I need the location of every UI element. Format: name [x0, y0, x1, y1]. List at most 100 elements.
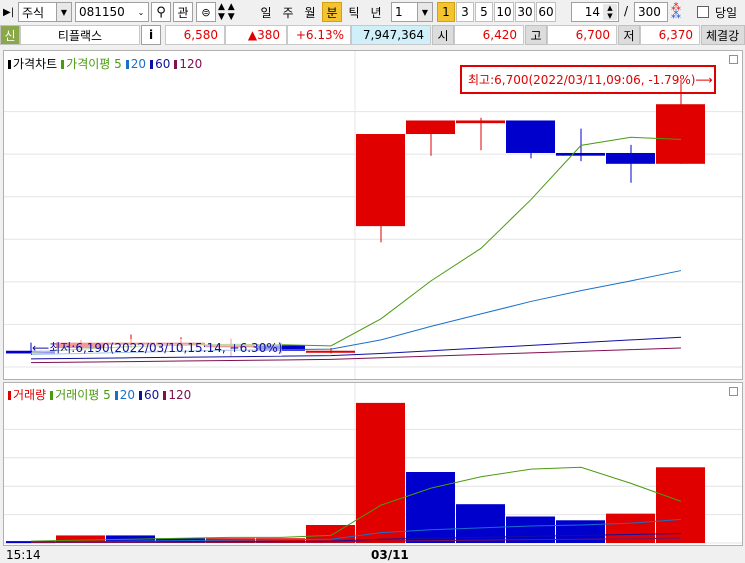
total-count-input[interactable]: 300	[634, 2, 668, 22]
interval-select-value: 1	[395, 5, 403, 19]
change-percent: +6.13%	[287, 25, 351, 45]
price-chart	[4, 51, 742, 379]
interval-select[interactable]: 1 ▼	[391, 2, 433, 22]
high-label: 고	[525, 25, 547, 45]
interval-button-5[interactable]: 5	[475, 2, 493, 22]
interval-button-60[interactable]: 60	[536, 2, 556, 22]
low-label-text: 저	[623, 28, 635, 43]
price-panel-close-icon[interactable]	[729, 55, 738, 64]
volume-chart	[4, 383, 742, 545]
price-legend: 가격차트 가격이평 5 20 60 120	[8, 55, 206, 72]
stock-name-label: 티플랙스	[57, 28, 103, 43]
open-label: 시	[432, 25, 454, 45]
volume-bar-8	[406, 472, 455, 543]
period-tab-3[interactable]: 분	[322, 2, 342, 22]
candle-body-8	[406, 120, 455, 135]
spinner-icon[interactable]: ▲ ▼	[603, 4, 617, 20]
interval-buttons: 1 3 5 10 30 60	[437, 2, 565, 22]
period-tab-0[interactable]: 일	[256, 2, 276, 22]
info-button-label: i	[148, 28, 154, 42]
legend-swatch-1	[61, 60, 65, 69]
interval-button-3[interactable]: 3	[456, 2, 474, 22]
view-count-input[interactable]: 14 ▲ ▼	[571, 2, 619, 22]
market-select-value: 주식	[22, 5, 45, 20]
change-value: ▲380	[225, 25, 287, 45]
slash-label: /	[624, 4, 629, 18]
volume-bar-7	[356, 402, 405, 543]
legend-swatch-4	[174, 60, 178, 69]
settings-icon[interactable]: ⁂ ⁂	[671, 3, 687, 21]
legend-swatch-2	[114, 391, 118, 400]
info-button[interactable]: i	[141, 25, 161, 45]
interval-button-10[interactable]: 10	[494, 2, 514, 22]
total-count-value: 300	[638, 5, 661, 19]
today-checkbox[interactable]	[697, 6, 709, 18]
period-tab-2[interactable]: 월	[300, 2, 320, 22]
legend-label-2: 20	[130, 57, 147, 71]
legend-swatch-3	[150, 60, 154, 69]
info-bar: 신 티플랙스 i 6,580 ▲380 +6.13% 7,947,364 시 6…	[0, 25, 745, 46]
period-tabs: 일주월분틱년	[256, 2, 386, 22]
open-cell: 6,420	[454, 25, 524, 45]
volume-panel[interactable]: 거래량 거래이평 5 20 60 120	[3, 382, 743, 546]
change-value-text: ▲380	[247, 28, 280, 42]
legend-item-2: 20	[125, 57, 147, 71]
candle-body-6	[306, 350, 355, 353]
toolbar: ▶| 주식 ▼ 081150 ⌄ ⚲ 관 ⊜ ▲ ▲ ▼ ▼ 일주월분틱년 1 …	[0, 0, 745, 25]
code-chevron-down-icon[interactable]: ⌄	[134, 3, 148, 21]
view-count-value: 14	[584, 5, 600, 19]
candle-body-9	[456, 120, 505, 124]
market-select[interactable]: 주식 ▼	[18, 2, 72, 22]
shape-button[interactable]: ⊜	[196, 2, 216, 22]
price-panel[interactable]: 가격차트 가격이평 5 20 60 120 최고:6,700(2022/03/11,09…	[3, 50, 743, 380]
open-value: 6,420	[482, 28, 517, 42]
open-label-text: 시	[437, 28, 449, 43]
legend-label-0: 가격차트	[13, 57, 58, 71]
chevron-down-icon[interactable]: ▼	[56, 3, 71, 21]
code-input[interactable]: 081150 ⌄	[75, 2, 149, 22]
legend-label-4: 120	[168, 388, 192, 402]
low-value: 6,370	[658, 28, 693, 42]
volume-value: 7,947,364	[362, 28, 424, 42]
down-arrow-icon[interactable]: ▼ ▼	[218, 12, 248, 22]
legend-label-4: 120	[179, 57, 203, 71]
legend-swatch-3	[139, 391, 143, 400]
trade-strength-label: 체결강	[701, 25, 745, 45]
min-annotation: ⟵최저:6,190(2022/03/10,15:14, +6.30%)	[32, 339, 283, 356]
legend-label-0: 거래량	[13, 388, 47, 402]
change-percent-text: +6.13%	[295, 28, 344, 42]
interest-button-label: 관	[177, 5, 189, 20]
period-tab-4[interactable]: 틱	[344, 2, 364, 22]
candle-body-7	[356, 134, 405, 227]
up-arrow-icon[interactable]: ▲ ▲	[218, 2, 248, 12]
high-cell: 6,700	[547, 25, 617, 45]
high-label-text: 고	[530, 28, 542, 43]
search-button[interactable]: ⚲	[151, 2, 171, 22]
legend-swatch-1	[50, 391, 54, 400]
volume-panel-close-icon[interactable]	[729, 387, 738, 396]
today-label: 당일	[715, 6, 738, 20]
interest-button[interactable]: 관	[173, 2, 193, 22]
trade-strength-text: 체결강	[706, 28, 740, 43]
legend-item-3: 60	[139, 388, 159, 402]
interval-button-1[interactable]: 1	[437, 2, 455, 22]
x-axis-left-label: 15:14	[6, 548, 41, 562]
stock-name[interactable]: 티플랙스	[20, 25, 140, 45]
current-price: 6,580	[165, 25, 225, 45]
interval-chevron-down-icon[interactable]: ▼	[417, 3, 432, 21]
interval-button-30[interactable]: 30	[515, 2, 535, 22]
legend-item-0: 가격차트	[8, 57, 57, 71]
volume-bar-13	[656, 467, 705, 543]
legend-item-4: 120	[163, 388, 191, 402]
max-annotation: 최고:6,700(2022/03/11,09:06, -1.79%)⟶	[468, 73, 713, 87]
legend-item-1: 가격이평 5	[61, 57, 122, 71]
shape-icon: ⊜	[201, 5, 211, 19]
legend-item-4: 120	[174, 57, 202, 71]
x-axis: 15:14 03/11	[0, 547, 745, 563]
period-tab-5[interactable]: 년	[366, 2, 386, 22]
code-input-value: 081150	[79, 5, 125, 19]
legend-label-3: 60	[155, 57, 171, 71]
legend-label-3: 60	[144, 388, 160, 402]
updown-arrows[interactable]: ▲ ▲ ▼ ▼	[218, 2, 248, 22]
period-tab-1[interactable]: 주	[278, 2, 298, 22]
